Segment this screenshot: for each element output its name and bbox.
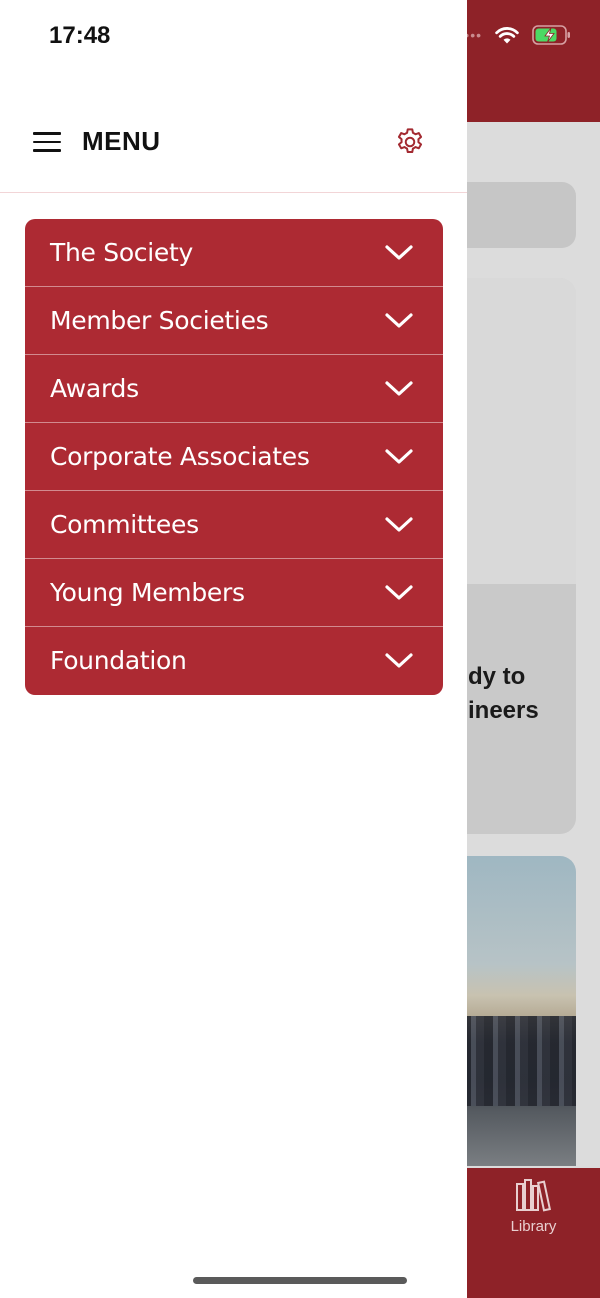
menu-item-label: The Society: [50, 238, 193, 267]
hamburger-icon[interactable]: [33, 132, 61, 152]
menu-item-label: Foundation: [50, 646, 187, 675]
chevron-down-icon: [385, 517, 413, 532]
side-drawer: 17:48 MENU The Society Member Societies …: [0, 0, 467, 1298]
gear-icon[interactable]: [394, 126, 426, 158]
background-tab-bar: Library: [467, 1168, 600, 1298]
status-icons: ••••: [458, 24, 572, 46]
menu-header: MENU: [0, 118, 467, 168]
chevron-down-icon: [385, 653, 413, 668]
wifi-icon: [495, 27, 519, 44]
tab-library: Library: [467, 1178, 600, 1235]
chevron-down-icon: [385, 381, 413, 396]
menu-item-young-members[interactable]: Young Members: [25, 559, 443, 627]
status-time: 17:48: [49, 22, 111, 49]
battery-icon: [532, 25, 570, 45]
menu-item-label: Committees: [50, 510, 199, 539]
chevron-down-icon: [385, 313, 413, 328]
menu-item-the-society[interactable]: The Society: [25, 219, 443, 287]
menu-item-member-societies[interactable]: Member Societies: [25, 287, 443, 355]
menu-item-label: Awards: [50, 374, 139, 403]
chevron-down-icon: [385, 245, 413, 260]
menu-item-label: Corporate Associates: [50, 442, 310, 471]
tab-library-label: Library: [510, 1218, 557, 1235]
menu-item-foundation[interactable]: Foundation: [25, 627, 443, 695]
menu-title: MENU: [82, 126, 161, 156]
library-icon: [515, 1179, 551, 1212]
menu-accordion: The Society Member Societies Awards Corp…: [25, 219, 443, 695]
menu-item-awards[interactable]: Awards: [25, 355, 443, 423]
header-divider: [0, 192, 467, 193]
background-card-title: dy to ineers: [468, 663, 539, 724]
menu-item-corporate-associates[interactable]: Corporate Associates: [25, 423, 443, 491]
menu-item-committees[interactable]: Committees: [25, 491, 443, 559]
chevron-down-icon: [385, 585, 413, 600]
menu-item-label: Member Societies: [50, 306, 269, 335]
home-indicator[interactable]: [193, 1277, 407, 1284]
menu-item-label: Young Members: [50, 578, 245, 607]
chevron-down-icon: [385, 449, 413, 464]
